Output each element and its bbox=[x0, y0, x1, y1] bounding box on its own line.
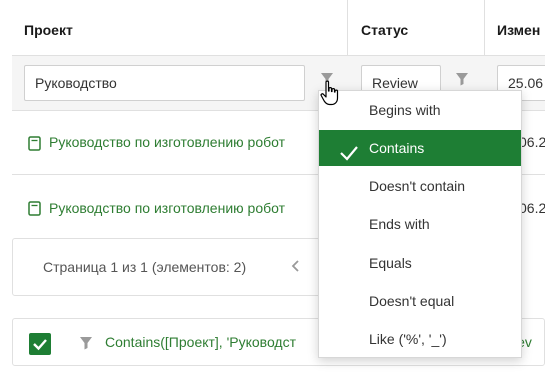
menu-item-label: Begins with bbox=[369, 102, 441, 118]
pager-info: Страница 1 из 1 (элементов: 2) bbox=[43, 259, 247, 275]
project-link[interactable]: Руководство по изготовлению робот bbox=[49, 134, 285, 150]
menu-item-contains[interactable]: Contains bbox=[319, 130, 521, 166]
funnel-icon bbox=[79, 336, 93, 350]
menu-item-label: Equals bbox=[369, 255, 412, 271]
menu-item-ends-with[interactable]: Ends with bbox=[319, 206, 521, 242]
modified-date-cell: 06.2 bbox=[519, 134, 545, 150]
column-header-project[interactable]: Проект bbox=[24, 22, 73, 38]
menu-item-doesnt-contain[interactable]: Doesn't contain bbox=[319, 168, 521, 204]
project-filter-input[interactable]: Руководство bbox=[24, 65, 305, 101]
menu-item-label: Doesn't contain bbox=[369, 178, 466, 194]
checkmark-icon bbox=[339, 139, 359, 161]
menu-item-label: Ends with bbox=[369, 216, 430, 232]
menu-item-label: Like ('%', '_') bbox=[369, 331, 447, 347]
project-link[interactable]: Руководство по изготовлению робот bbox=[49, 200, 285, 216]
pager: Страница 1 из 1 (элементов: 2) bbox=[12, 238, 342, 296]
menu-item-doesnt-equal[interactable]: Doesn't equal bbox=[319, 283, 521, 319]
menu-item-begins-with[interactable]: Begins with bbox=[319, 92, 521, 128]
modified-date-cell: 06.2 bbox=[519, 200, 545, 216]
chevron-left-icon[interactable] bbox=[291, 259, 301, 278]
document-icon bbox=[28, 201, 41, 216]
menu-item-equals[interactable]: Equals bbox=[319, 245, 521, 281]
menu-item-label: Contains bbox=[369, 140, 425, 156]
filter-condition-menu: Begins with Contains Doesn't contain End… bbox=[318, 90, 522, 358]
menu-item-like[interactable]: Like ('%', '_') bbox=[319, 321, 521, 357]
filter-enabled-checkbox[interactable] bbox=[29, 333, 51, 355]
hand-pointer-cursor-icon bbox=[320, 80, 340, 106]
menu-item-label: Doesn't equal bbox=[369, 293, 455, 309]
column-header-status[interactable]: Статус bbox=[361, 22, 408, 38]
filter-expression-link[interactable]: Contains([Проект], 'Руководст bbox=[105, 334, 296, 350]
status-filter-funnel-icon[interactable] bbox=[455, 72, 469, 86]
column-header-modified[interactable]: Измен bbox=[497, 22, 540, 38]
document-icon bbox=[28, 136, 41, 151]
